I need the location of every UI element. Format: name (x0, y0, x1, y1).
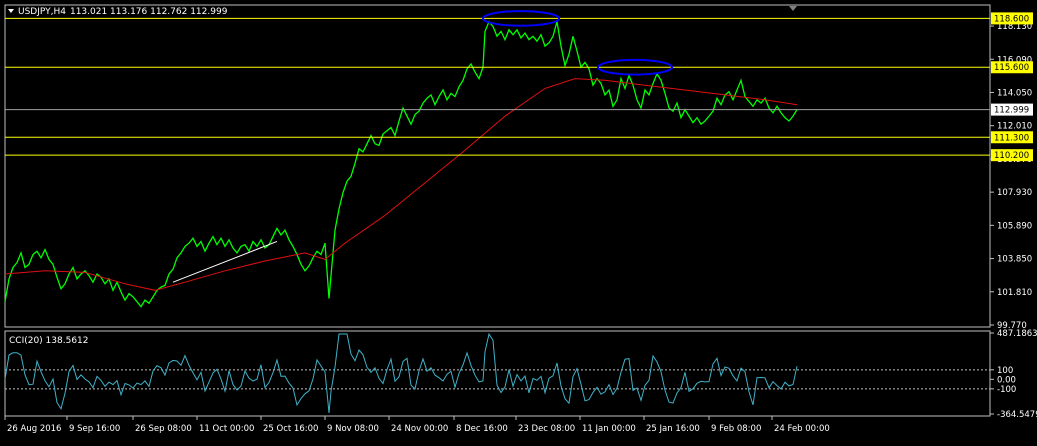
x-tick-label-12: 24 Feb 00:00 (774, 424, 830, 434)
cci-tick-label-2: 0.00 (997, 375, 1016, 385)
x-tick-label-9: 11 Jan 00:00 (582, 424, 636, 434)
chart-window: 118.130116.090114.050112.010109.970107.9… (0, 0, 1037, 441)
cci-tick-label-3: -100 (997, 385, 1016, 395)
x-tick-label-10: 25 Jan 16:00 (646, 424, 700, 434)
level-price-label-1: 115.600 (994, 63, 1029, 73)
x-tick-label-2: 26 Sep 08:00 (135, 424, 192, 434)
y-tick-label-3: 112.010 (997, 122, 1032, 132)
y-tick-label-7: 103.850 (997, 255, 1032, 265)
cci-tick-label-4: -364.5479 (997, 410, 1037, 420)
symbol-label: USDJPY,H4 113.021 113.176 112.762 112.999 (18, 7, 228, 17)
level-price-label-0: 118.600 (994, 14, 1029, 24)
x-tick-label-3: 11 Oct 00:00 (199, 424, 254, 434)
level-price-label-2: 111.300 (994, 133, 1029, 143)
price-chart: 118.130116.090114.050112.010109.970107.9… (0, 0, 1037, 441)
x-tick-label-11: 9 Feb 08:00 (711, 424, 761, 434)
y-tick-label-5: 107.930 (997, 188, 1032, 198)
x-tick-label-7: 8 Dec 16:00 (456, 424, 508, 434)
cci-tick-label-0: 487.1863 (997, 329, 1037, 339)
cci-label: CCI(20) 138.5612 (9, 336, 89, 346)
current-price-label: 112.999 (994, 106, 1029, 116)
x-tick-label-8: 23 Dec 08:00 (518, 424, 575, 434)
x-tick-label-5: 9 Nov 08:00 (327, 424, 379, 434)
x-tick-label-1: 9 Sep 16:00 (69, 424, 120, 434)
y-tick-label-8: 101.810 (997, 288, 1032, 298)
x-tick-label-0: 26 Aug 2016 (7, 424, 61, 434)
y-tick-label-2: 114.050 (997, 88, 1032, 98)
cci-tick-label-1: 100 (997, 366, 1013, 376)
x-tick-label-4: 25 Oct 16:00 (263, 424, 318, 434)
x-tick-label-6: 24 Nov 00:00 (391, 424, 448, 434)
level-price-label-3: 110.200 (994, 151, 1029, 161)
y-tick-label-6: 105.890 (997, 221, 1032, 231)
